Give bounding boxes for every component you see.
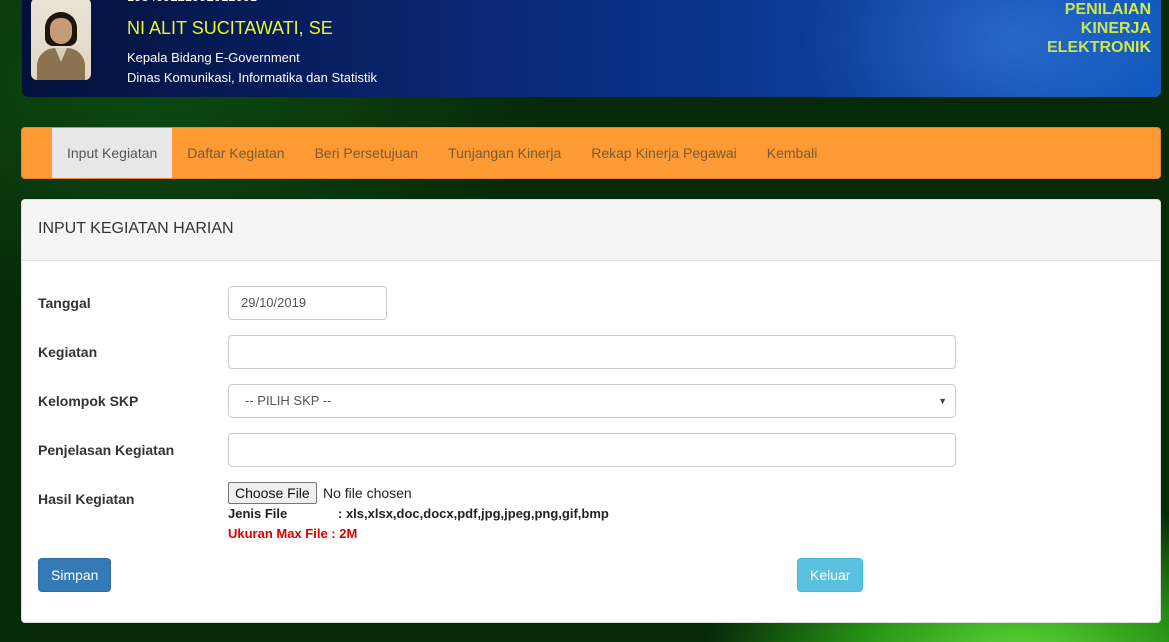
nav-kembali[interactable]: Kembali: [752, 128, 833, 178]
nav-tunjangan-kinerja[interactable]: Tunjangan Kinerja: [433, 128, 576, 178]
app-title: PENILAIAN KINERJA ELEKTRONIK: [1047, 0, 1151, 57]
penjelasan-input[interactable]: [228, 433, 956, 467]
file-max-size: Ukuran Max File : 2M: [228, 526, 358, 541]
tanggal-input[interactable]: 29/10/2019: [228, 286, 387, 320]
hasil-label: Hasil Kegiatan: [38, 491, 135, 507]
app-title-line: KINERJA: [1080, 20, 1151, 37]
keluar-button[interactable]: Keluar: [797, 558, 863, 592]
nav-beri-persetujuan[interactable]: Beri Persetujuan: [300, 128, 434, 178]
skp-select[interactable]: -- PILIH SKP -- ▼: [228, 384, 956, 418]
app-header: 198409221992012001 NI ALIT SUCITAWATI, S…: [22, 0, 1161, 97]
nav-rekap-kinerja-pegawai[interactable]: Rekap Kinerja Pegawai: [576, 128, 752, 178]
app-title-line: PENILAIAN: [1064, 1, 1151, 18]
user-name: NI ALIT SUCITAWATI, SE: [127, 18, 333, 38]
user-avatar: [31, 0, 91, 80]
nav-input-kegiatan[interactable]: Input Kegiatan: [52, 128, 173, 178]
file-types-label: Jenis File: [228, 506, 288, 521]
app-title-line: ELEKTRONIK: [1047, 39, 1151, 56]
tanggal-label: Tanggal: [38, 295, 91, 311]
skp-label: Kelompok SKP: [38, 393, 139, 409]
skp-selected-value: -- PILIH SKP --: [245, 393, 332, 408]
input-form-panel: INPUT KEGIATAN HARIAN Tanggal 29/10/2019…: [21, 199, 1161, 623]
user-position: Kepala Bidang E-Government: [127, 50, 300, 65]
panel-title: INPUT KEGIATAN HARIAN: [22, 200, 1160, 261]
choose-file-button[interactable]: Choose File: [228, 482, 317, 504]
file-status: No file chosen: [323, 485, 412, 501]
simpan-button[interactable]: Simpan: [38, 558, 111, 592]
nav-daftar-kegiatan[interactable]: Daftar Kegiatan: [172, 128, 299, 178]
file-types-value: : xls,xlsx,doc,docx,pdf,jpg,jpeg,png,gif…: [338, 506, 609, 521]
kegiatan-input[interactable]: [228, 335, 956, 369]
kegiatan-label: Kegiatan: [38, 344, 98, 360]
user-department: Dinas Komunikasi, Informatika dan Statis…: [127, 70, 377, 85]
chevron-down-icon: ▼: [938, 396, 947, 406]
user-nip: 198409221992012001: [127, 0, 257, 4]
main-navbar: Input Kegiatan Daftar Kegiatan Beri Pers…: [21, 127, 1161, 179]
penjelasan-label: Penjelasan Kegiatan: [38, 442, 175, 458]
